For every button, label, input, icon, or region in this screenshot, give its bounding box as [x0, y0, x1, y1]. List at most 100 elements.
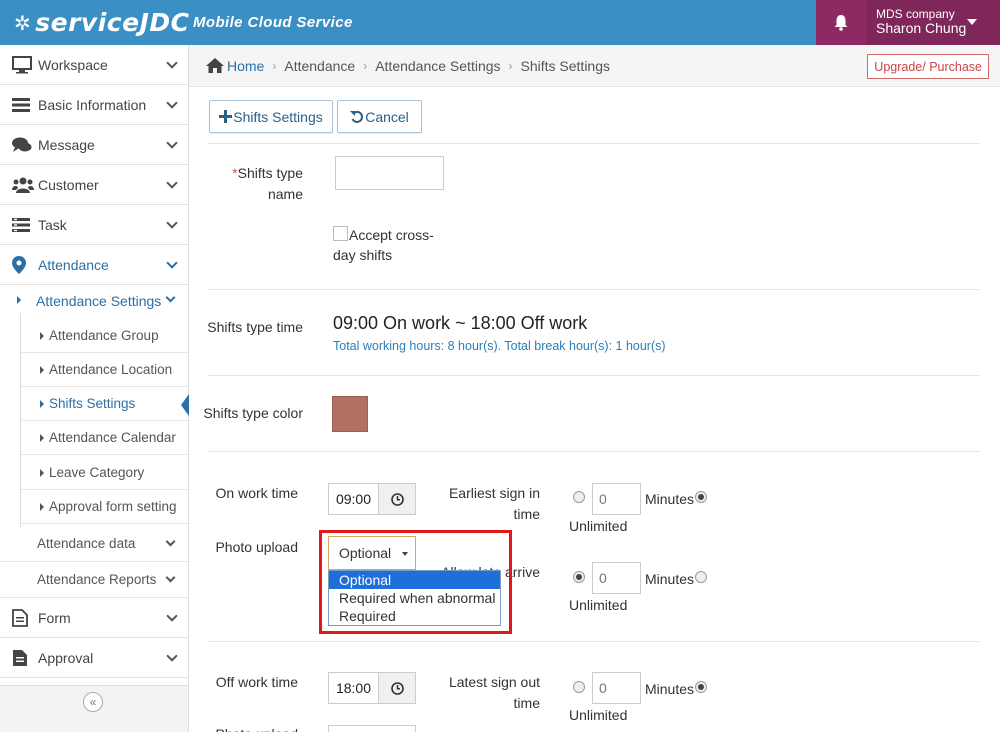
sidebar-item-label: Approval	[38, 649, 94, 666]
clock-button[interactable]	[379, 484, 415, 514]
sidebar-item-attendance-reports[interactable]: Attendance Reports	[0, 562, 188, 598]
unlimited-label: Unlimited	[569, 707, 628, 723]
unlimited-label: Unlimited	[569, 597, 628, 613]
sidebar-item-task[interactable]: Task	[0, 205, 188, 245]
clock-icon	[390, 681, 404, 695]
shift-name-label: *Shifts type name	[216, 163, 303, 205]
sidebar-item-attendance-location[interactable]: Attendance Location	[21, 353, 188, 387]
caret-right-icon	[40, 468, 44, 477]
sidebar-item-basic-information[interactable]: Basic Information	[0, 85, 188, 125]
shift-name-input[interactable]	[335, 156, 444, 190]
latest-sign-out-label: Latest sign out time	[448, 674, 540, 711]
chevron-down-icon	[165, 292, 176, 303]
photo-upload-label: Photo upload	[215, 539, 298, 555]
logo[interactable]: ✲ serviceJDC	[14, 8, 189, 37]
breadcrumb-home[interactable]: Home	[206, 58, 264, 74]
user-name: Sharon Chung	[876, 20, 967, 36]
highlight-box	[319, 530, 512, 634]
breadcrumb-attendance[interactable]: Attendance	[284, 58, 355, 74]
color-swatch[interactable]	[332, 396, 368, 432]
chevron-down-icon	[166, 57, 178, 69]
working-hours-info: Total working hours: 8 hour(s). Total br…	[333, 339, 666, 353]
breadcrumb-current: Shifts Settings	[520, 57, 611, 74]
unlimited-label: Unlimited	[569, 518, 628, 534]
shifts-settings-button[interactable]: Shifts Settings	[209, 100, 333, 133]
divider	[208, 289, 980, 290]
breadcrumb: Home › Attendance › Attendance Settings …	[189, 45, 1000, 87]
sidebar-item-attendance-calendar[interactable]: Attendance Calendar	[21, 421, 188, 455]
divider	[208, 451, 980, 452]
sidebar-item-attendance-settings[interactable]: Attendance Settings	[0, 283, 188, 318]
late-minutes-input[interactable]: 0	[592, 562, 641, 594]
button-label: Shifts Settings	[233, 108, 323, 125]
upgrade-purchase-button[interactable]: Upgrade/ Purchase	[867, 54, 989, 79]
sidebar-item-approval[interactable]: Approval	[0, 638, 188, 678]
sidebar-item-label: Shifts Settings	[49, 396, 136, 411]
clock-icon	[390, 492, 404, 506]
sidebar-item-label: Leave Category	[49, 465, 145, 480]
shift-color-label: Shifts type color	[203, 405, 303, 421]
divider	[208, 641, 980, 642]
user-menu[interactable]: MDS company Sharon Chung	[866, 0, 1000, 45]
approval-document-icon	[13, 649, 27, 666]
sidebar-collapse-bar: «	[0, 685, 188, 732]
late-minutes-radio[interactable]	[573, 571, 585, 583]
sidebar-item-label: Approval form setting	[49, 499, 177, 514]
breadcrumb-separator: ›	[272, 58, 277, 73]
sidebar-item-attendance-group[interactable]: Attendance Group	[21, 319, 188, 353]
breadcrumb-home-label: Home	[227, 57, 265, 74]
bell-icon	[834, 15, 848, 31]
sidebar-item-attendance-data[interactable]: Attendance data	[0, 526, 188, 562]
photo-upload-select-2[interactable]	[328, 725, 416, 732]
collapse-sidebar-button[interactable]: «	[83, 692, 103, 712]
sidebar-item-form[interactable]: Form	[0, 598, 188, 638]
earliest-unlimited-radio[interactable]	[695, 491, 707, 503]
chevron-down-icon	[166, 610, 178, 622]
latest-minutes-input[interactable]: 0	[592, 672, 641, 704]
clock-button[interactable]	[379, 673, 415, 703]
chevron-down-icon	[166, 217, 178, 229]
sidebar: Workspace Basic Information Message Cust…	[0, 45, 189, 732]
notification-button[interactable]	[816, 0, 866, 45]
off-work-time-picker[interactable]: 18:00	[328, 672, 416, 704]
photo-upload-label-2: Photo upload	[200, 724, 298, 732]
sidebar-item-approval-form-setting[interactable]: Approval form setting	[21, 490, 188, 524]
sidebar-item-label: Attendance Calendar	[49, 430, 176, 445]
sidebar-item-message[interactable]: Message	[0, 125, 188, 165]
sidebar-item-attendance[interactable]: Attendance	[0, 245, 188, 285]
breadcrumb-separator: ›	[363, 58, 368, 73]
active-indicator	[181, 394, 189, 416]
chevron-down-icon	[166, 650, 178, 662]
latest-minutes-radio[interactable]	[573, 681, 585, 693]
cancel-button[interactable]: Cancel	[337, 100, 422, 133]
sidebar-item-shifts-settings[interactable]: Shifts Settings	[21, 387, 188, 421]
chevron-down-icon	[166, 177, 178, 189]
sidebar-item-label: Attendance Location	[49, 362, 173, 377]
sidebar-item-workspace[interactable]: Workspace	[0, 45, 188, 85]
late-unlimited-radio[interactable]	[695, 571, 707, 583]
top-header: ✲ serviceJDC Mobile Cloud Service MDS co…	[0, 0, 1000, 45]
document-icon	[12, 608, 28, 627]
plus-icon	[219, 110, 233, 123]
company-name: MDS company	[876, 7, 955, 21]
on-work-time-value: 09:00	[329, 484, 379, 514]
earliest-minutes-input[interactable]: 0	[592, 483, 641, 515]
sidebar-item-leave-category[interactable]: Leave Category	[21, 456, 188, 490]
sidebar-item-customer[interactable]: Customer	[0, 165, 188, 205]
on-work-time-picker[interactable]: 09:00	[328, 483, 416, 515]
cross-day-label: Accept cross-day shifts	[333, 227, 434, 263]
sidebar-item-label: Attendance Reports	[37, 572, 157, 587]
sidebar-item-label: Form	[38, 609, 71, 626]
caret-right-icon	[17, 296, 21, 304]
chevron-down-icon	[166, 97, 178, 109]
users-icon	[12, 177, 34, 193]
earliest-minutes-radio[interactable]	[573, 491, 585, 503]
sidebar-item-label: Attendance data	[37, 536, 136, 551]
breadcrumb-attendance-settings[interactable]: Attendance Settings	[375, 58, 500, 74]
logo-subtitle: Mobile Cloud Service	[193, 14, 353, 31]
button-label: Cancel	[365, 108, 409, 125]
caret-right-icon	[40, 502, 44, 511]
off-work-time-value: 18:00	[329, 673, 379, 703]
latest-unlimited-radio[interactable]	[695, 681, 707, 693]
caret-right-icon	[40, 433, 44, 442]
